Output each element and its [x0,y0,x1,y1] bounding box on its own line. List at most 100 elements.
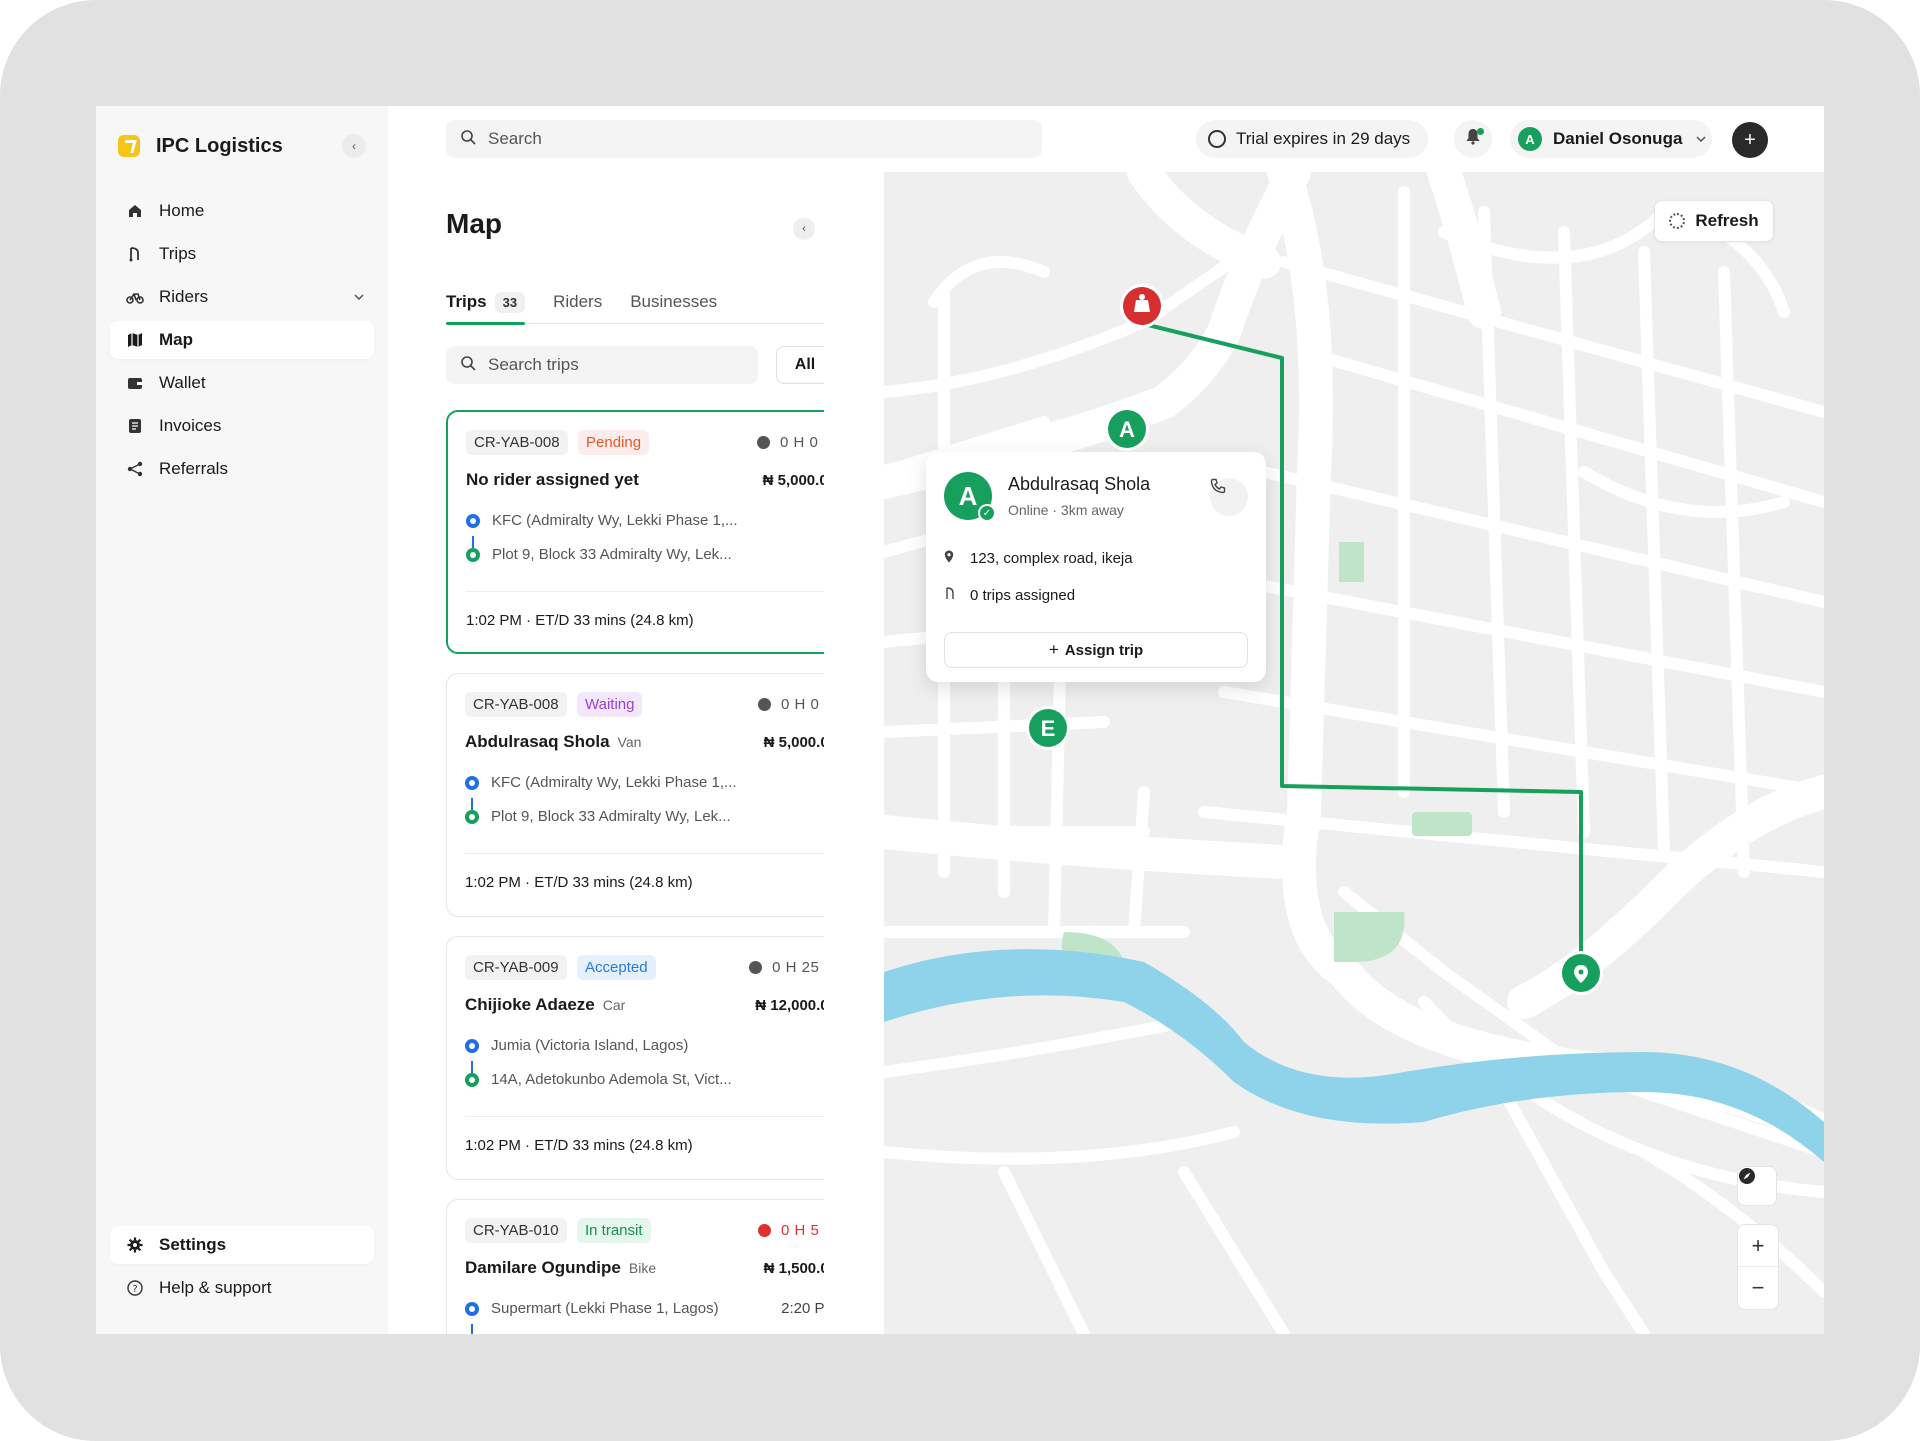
trip-timer: 0 H 25 M [749,959,824,976]
rider-marker-e[interactable]: E [1026,706,1070,750]
pickup-dot-icon [465,775,479,790]
notifications-button[interactable] [1454,120,1492,158]
route-connector [471,1324,473,1334]
dropoff-stop: Plot 9, Block 33 Admiralty Wy, Lek... -- [466,546,824,563]
tab-trips[interactable]: Trips 33 [446,280,526,325]
panel-tabs: Trips 33 Riders Businesses [446,280,824,325]
popup-address: 123, complex road, ikeja [970,550,1133,567]
sidebar-item-settings[interactable]: Settings [110,1226,374,1264]
tab-label: Riders [553,292,603,311]
sidebar-collapse-button[interactable]: ‹ [342,134,366,158]
plus-icon: + [1751,1232,1765,1258]
share-icon [126,460,144,478]
search-icon [460,355,476,376]
vehicle-type: Bike [628,1260,657,1276]
verified-check-icon: ✓ [978,504,996,522]
trip-footer: 1:02 PM · ET/D 33 mins (24.8 km) [465,874,693,891]
rider-name-text: Chijioke Adaeze [465,995,595,1014]
refresh-button[interactable]: Refresh [1654,200,1774,242]
sidebar-item-referrals[interactable]: Referrals [110,450,374,488]
dropoff-address: Plot 9, Block 33 Admiralty Wy, Lek... [492,546,732,563]
pickup-address: Supermart (Lekki Phase 1, Lagos) [491,1300,719,1317]
brand-name: IPC Logistics [156,134,283,157]
brand: IPC Logistics ‹ [118,126,366,166]
rider-marker-a[interactable]: A [1105,407,1149,451]
recenter-button[interactable] [1737,1166,1777,1206]
rider-name: Abdulrasaq Shola Van [465,732,641,752]
status-badge: Pending [578,430,650,455]
trip-card[interactable]: CR-YAB-009 Accepted 0 H 25 M Chijioke Ad… [446,936,824,1180]
pickup-address: KFC (Admiralty Wy, Lekki Phase 1,... [492,512,738,529]
clock-icon [756,436,770,449]
search-trips-input[interactable]: Search trips [446,346,758,384]
sidebar-item-trips[interactable]: Trips [110,235,374,273]
user-menu[interactable]: A Daniel Osonuga [1510,120,1712,158]
sidebar-item-map[interactable]: Map [110,321,374,359]
sidebar-item-label: Trips [159,244,197,263]
pickup-restaurant-marker[interactable] [1120,284,1164,328]
popup-trips-row: 0 trips assigned [944,587,1075,604]
clock-icon [749,961,763,974]
status-filter-select[interactable]: All [776,346,824,384]
status-badge: Accepted [577,955,656,980]
timer-value: 0 H 5 M [780,1222,824,1239]
sidebar-item-riders[interactable]: Riders [110,278,374,316]
brand-logo-icon [118,135,140,157]
device-frame: IPC Logistics ‹ Home Trips Riders Map Wa… [0,0,1920,1441]
trial-badge[interactable]: Trial expires in 29 days [1196,120,1428,158]
trip-card[interactable]: CR-YAB-010 In transit 0 H 5 M Damilare O… [446,1199,824,1334]
notification-dot [1477,128,1484,135]
sidebar-item-help[interactable]: ? Help & support [110,1269,374,1307]
help-icon: ? [126,1279,144,1297]
dropoff-address: Plot 9, Block 33 Admiralty Wy, Lek... [491,808,731,825]
timer-value: 0 H 25 M [772,959,824,976]
rider-name: No rider assigned yet [466,470,639,490]
trip-code: CR-YAB-008 [466,430,568,455]
filter-value: All [794,356,816,373]
map-view[interactable]: A E Refresh A ✓ Abdulrasaq Shola Online … [884,172,1824,1334]
rider-marker-a-label: A [1119,417,1135,442]
assign-trip-label: Assign trip [1064,641,1144,659]
trip-card[interactable]: CR-YAB-008 Waiting 0 H 0 M Abdulrasaq Sh… [446,673,824,917]
map-canvas[interactable]: A E [884,172,1824,1334]
trip-card[interactable]: CR-YAB-008 Pending 0 H 0 M No rider assi… [446,410,824,654]
call-button[interactable] [1210,478,1248,516]
zoom-out-button[interactable]: − [1738,1267,1778,1309]
pickup-stop: Supermart (Lekki Phase 1, Lagos) 2:20 PM [465,1300,824,1317]
popup-address-row: 123, complex road, ikeja [944,550,1133,567]
chevron-down-icon [1696,133,1706,145]
tab-riders[interactable]: Riders [553,280,602,324]
vehicle-type: Van [617,734,642,750]
tab-label: Trips [446,292,487,311]
trips-panel: Map ‹ Trips 33 Riders Businesses Search … [388,172,824,1334]
pickup-eta: 2:20 PM [781,1300,824,1317]
panel-collapse-button[interactable]: ‹ [793,218,815,240]
page-title: Map [446,208,502,239]
zoom-in-button[interactable]: + [1738,1225,1778,1267]
card-divider [466,591,824,592]
chevron-down-icon[interactable] [344,294,374,300]
timer-value: 0 H 0 M [779,434,824,451]
rider-name: Chijioke Adaeze Car [465,995,625,1015]
trip-price: ₦ 5,000.00 [763,734,824,751]
sidebar-item-wallet[interactable]: Wallet [110,364,374,402]
trip-footer: 1:02 PM · ET/D 33 mins (24.8 km) [465,1137,693,1154]
sidebar-item-home[interactable]: Home [110,192,374,230]
sidebar-item-label: Settings [159,1235,227,1254]
rider-avatar-initial: A [958,480,978,511]
sidebar-item-invoices[interactable]: Invoices [110,407,374,445]
pickup-dot-icon [465,1038,479,1053]
pickup-address: Jumia (Victoria Island, Lagos) [491,1037,689,1054]
tab-label: Businesses [630,292,718,311]
trip-price: ₦ 12,000.00 [755,997,824,1014]
minus-icon: − [1751,1275,1765,1300]
tab-businesses[interactable]: Businesses [630,280,717,324]
create-button[interactable]: + [1732,122,1768,158]
dropoff-pin-marker[interactable] [1559,951,1603,995]
sidebar-item-label: Invoices [159,416,222,435]
dropoff-dot-icon [465,1072,479,1087]
global-search-input[interactable]: Search [446,120,1042,158]
home-icon [126,202,144,220]
trip-code: CR-YAB-010 [465,1218,567,1243]
assign-trip-button[interactable]: + Assign trip [944,632,1248,668]
